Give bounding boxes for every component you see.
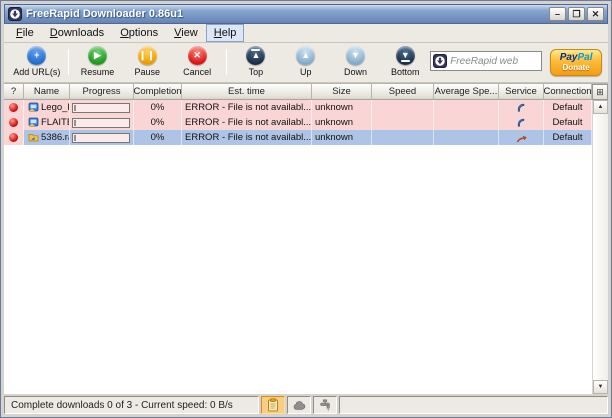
file-type-icon — [28, 117, 39, 127]
completion-value: 0% — [134, 100, 182, 115]
menu-downloads[interactable]: Downloads — [42, 24, 112, 42]
connection-tap-icon[interactable] — [313, 396, 337, 414]
menu-file[interactable]: File — [8, 24, 42, 42]
archive-folder-icon — [28, 134, 39, 142]
toolbar-separator — [226, 49, 228, 75]
header-service[interactable]: Service — [499, 84, 544, 100]
connection-value: Default — [544, 115, 592, 130]
search-input[interactable] — [447, 54, 540, 68]
average-speed-value — [434, 130, 499, 145]
header-completion[interactable]: Completion — [134, 84, 182, 100]
header-size[interactable]: Size — [312, 84, 372, 100]
top-button[interactable]: ▲ Top — [231, 45, 281, 77]
freerapid-web-search — [430, 51, 543, 71]
downloads-table: ? Name Progress Completion Est. time Siz… — [4, 83, 608, 394]
menu-bar: File Downloads Options View Help — [4, 24, 608, 43]
header-progress[interactable]: Progress — [70, 84, 134, 100]
completion-value: 0% — [134, 130, 182, 145]
cancel-button[interactable]: ✕ Cancel — [172, 45, 222, 77]
freerapid-logo-icon — [8, 7, 22, 21]
completion-value: 0% — [134, 115, 182, 130]
table-rows: Lego_H... 0% ERROR - File is not availab… — [4, 100, 592, 394]
move-down-icon: ▼ — [346, 46, 365, 65]
progress-bar — [72, 117, 130, 128]
window-title: FreeRapid Downloader 0.86u1 — [26, 8, 184, 20]
menu-options[interactable]: Options — [112, 24, 166, 42]
table-empty-area — [4, 145, 592, 394]
est-time-value: ERROR - File is not availabl... — [182, 115, 312, 130]
table-row[interactable]: Lego_H... 0% ERROR - File is not availab… — [4, 100, 592, 115]
clipboard-monitor-icon[interactable] — [261, 396, 285, 414]
title-bar[interactable]: FreeRapid Downloader 0.86u1 – ❐ ✕ — [4, 4, 608, 24]
connection-value: Default — [544, 100, 592, 115]
header-speed[interactable]: Speed — [372, 84, 434, 100]
toolbar: + Add URL(s) ▶ Resume ❙❙ Pause ✕ Cancel … — [4, 43, 608, 83]
status-spacer-panel — [339, 396, 608, 414]
down-button[interactable]: ▼ Down — [331, 45, 381, 77]
vertical-scrollbar[interactable]: ▲ ▼ — [592, 100, 608, 394]
progress-bar — [72, 102, 130, 113]
scrollbar-track[interactable] — [593, 114, 608, 380]
size-value: unknown — [312, 115, 372, 130]
bottom-button[interactable]: ▼ Bottom — [380, 45, 430, 77]
header-status[interactable]: ? — [4, 84, 24, 100]
speed-value — [372, 100, 434, 115]
freerapid-logo-icon — [433, 54, 448, 68]
error-ball-icon — [9, 118, 18, 127]
speed-value — [372, 130, 434, 145]
app-window: FreeRapid Downloader 0.86u1 – ❐ ✕ File D… — [0, 0, 612, 418]
file-name: Lego_H... — [41, 102, 69, 113]
file-type-icon — [28, 102, 39, 112]
size-value: unknown — [312, 130, 372, 145]
status-bar: Complete downloads 0 of 3 - Current spee… — [4, 394, 608, 414]
size-value: unknown — [312, 100, 372, 115]
toolbar-separator — [67, 49, 69, 75]
scroll-down-icon[interactable]: ▼ — [593, 380, 608, 394]
header-connection[interactable]: Connection — [544, 84, 592, 100]
est-time-value: ERROR - File is not availabl... — [182, 130, 312, 145]
error-ball-icon — [9, 103, 18, 112]
add-urls-button[interactable]: + Add URL(s) — [10, 45, 64, 77]
error-ball-icon — [9, 133, 18, 142]
est-time-value: ERROR - File is not availabl... — [182, 100, 312, 115]
cancel-circle-icon: ✕ — [187, 46, 207, 65]
move-top-icon: ▲ — [246, 46, 266, 65]
column-settings-icon[interactable]: ⊞ — [592, 84, 608, 100]
table-header: ? Name Progress Completion Est. time Siz… — [4, 84, 608, 100]
menu-help[interactable]: Help — [205, 24, 245, 42]
paypal-logo: PayPal — [559, 52, 593, 63]
pause-circle-icon: ❙❙ — [137, 46, 157, 65]
file-name: FLAITE-... — [41, 117, 69, 128]
header-average-speed[interactable]: Average Spe... — [434, 84, 499, 100]
close-button[interactable]: ✕ — [587, 7, 604, 21]
average-speed-value — [434, 115, 499, 130]
paypal-donate-button[interactable]: PayPal Donate — [550, 49, 602, 76]
table-row-selected[interactable]: 5386.rar 0% ERROR - File is not availabl… — [4, 130, 592, 145]
menu-view[interactable]: View — [166, 24, 206, 42]
resume-button[interactable]: ▶ Resume — [73, 45, 123, 77]
progress-bar — [72, 132, 130, 143]
connection-value: Default — [544, 130, 592, 145]
up-button[interactable]: ▲ Up — [281, 45, 331, 77]
file-name: 5386.rar — [41, 132, 69, 143]
average-speed-value — [434, 100, 499, 115]
header-name[interactable]: Name — [24, 84, 70, 100]
scroll-up-icon[interactable]: ▲ — [593, 100, 608, 114]
minimize-button[interactable]: – — [549, 7, 566, 21]
service-blue-icon — [517, 103, 525, 112]
header-est-time[interactable]: Est. time — [182, 84, 312, 100]
maximize-button[interactable]: ❐ — [568, 7, 585, 21]
plus-circle-icon: + — [27, 46, 47, 65]
status-message: Complete downloads 0 of 3 - Current spee… — [4, 396, 259, 414]
move-bottom-icon: ▼ — [395, 46, 415, 65]
play-circle-icon: ▶ — [88, 46, 108, 65]
table-row[interactable]: FLAITE-... 0% ERROR - File is not availa… — [4, 115, 592, 130]
service-blue-icon — [517, 118, 525, 127]
pause-button[interactable]: ❙❙ Pause — [122, 45, 172, 77]
move-up-icon: ▲ — [296, 46, 316, 65]
speed-value — [372, 115, 434, 130]
service-orange-icon — [516, 135, 527, 142]
quiet-mode-icon[interactable] — [287, 396, 311, 414]
